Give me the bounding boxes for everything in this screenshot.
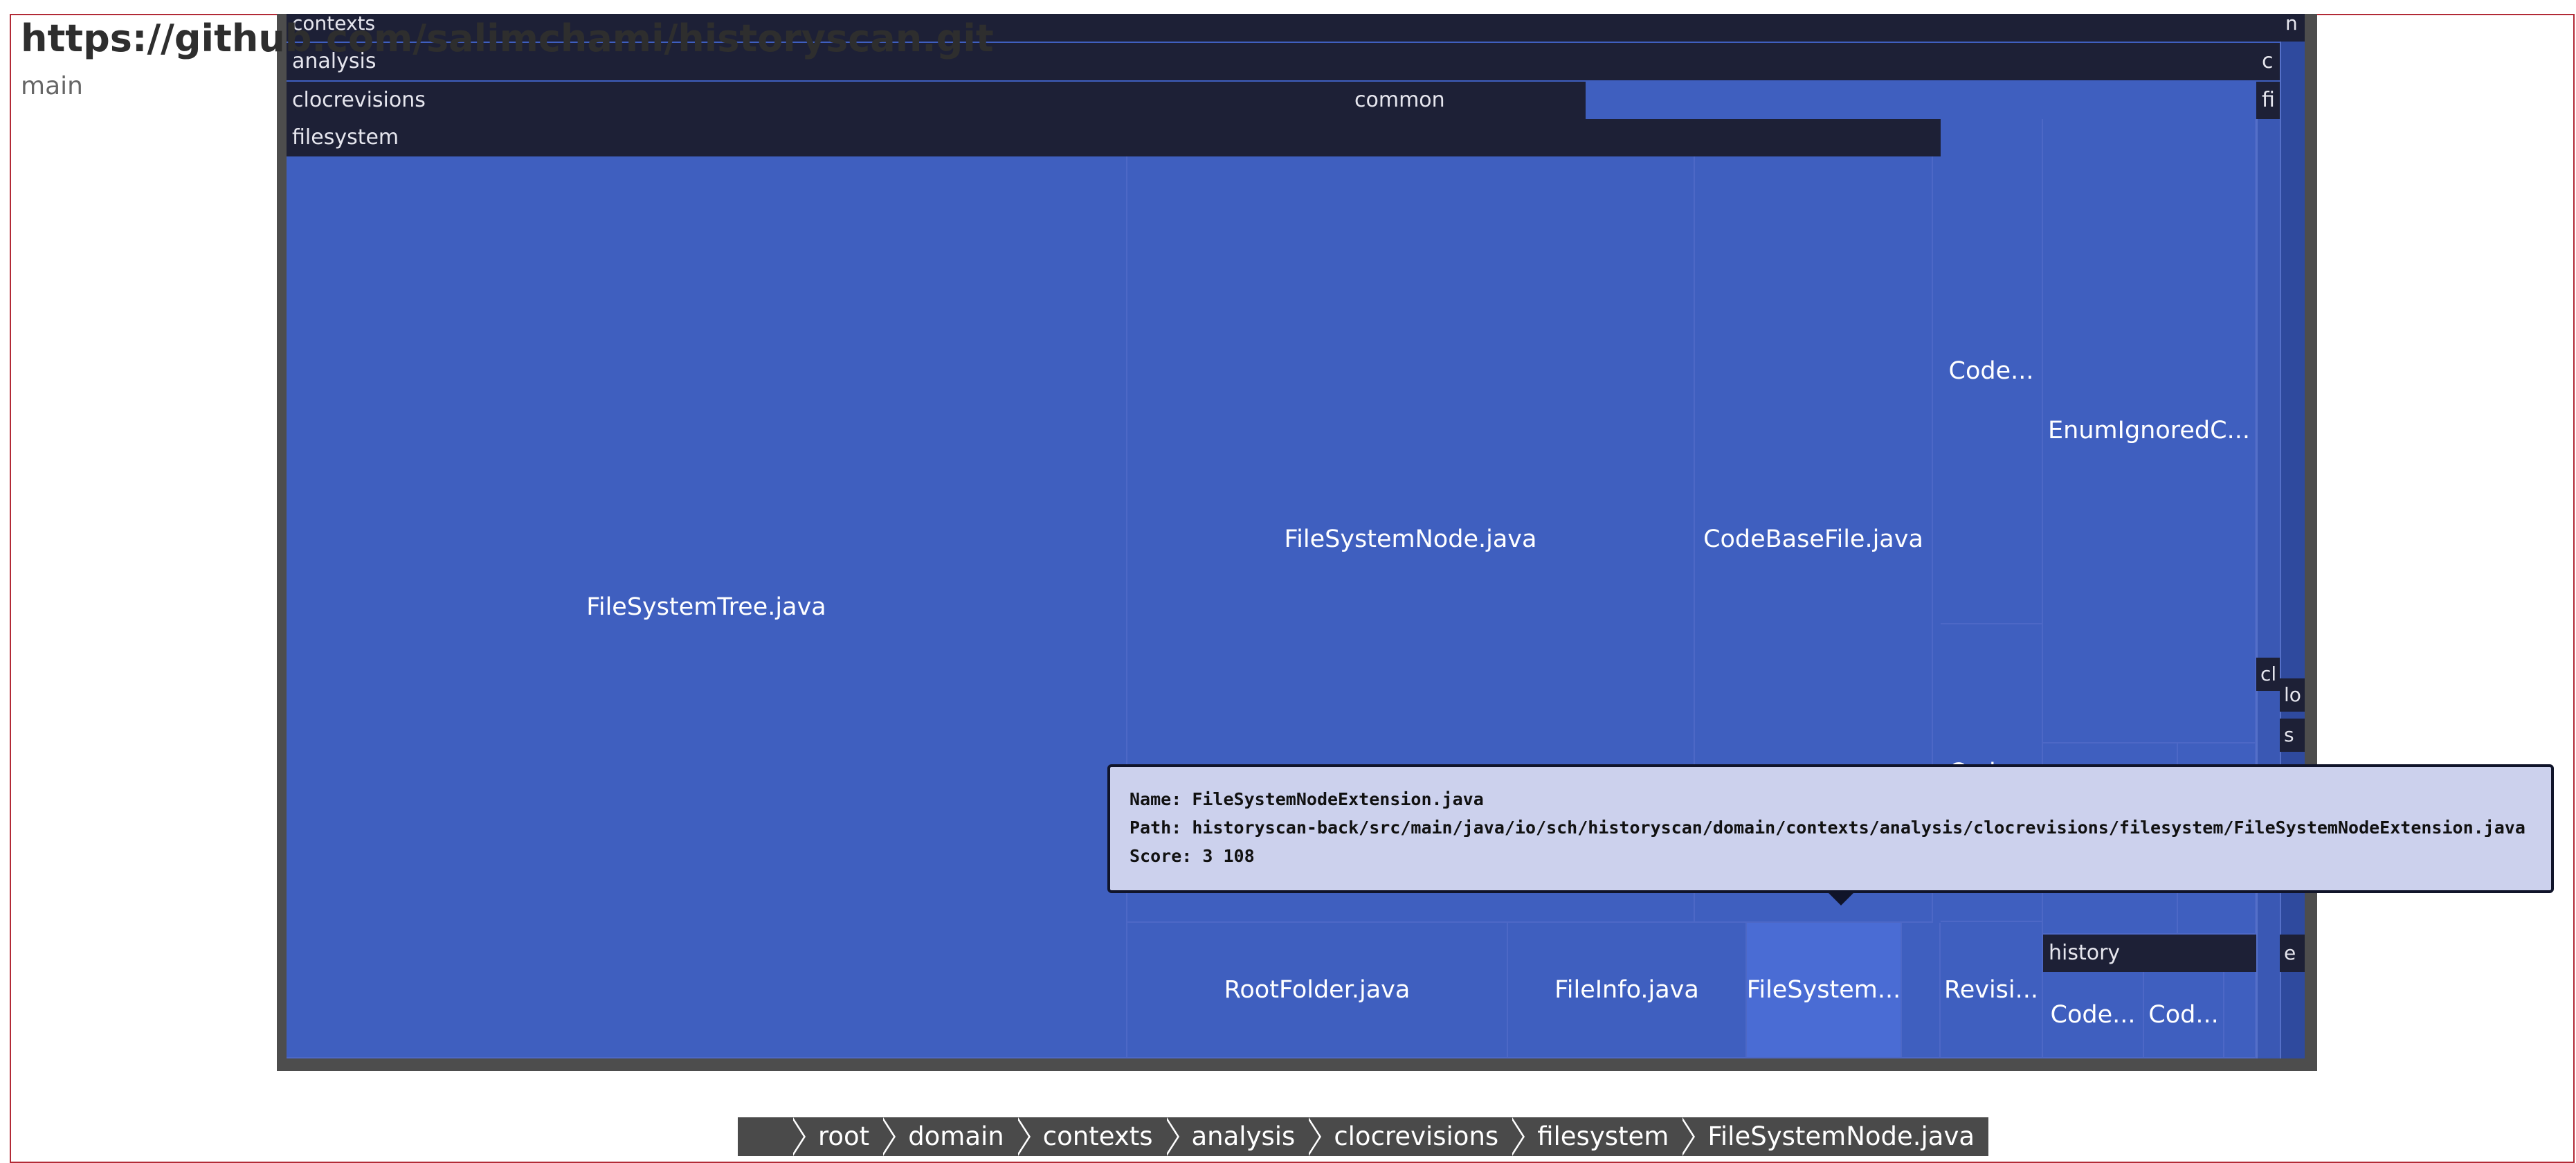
folder-right-lo[interactable]: lo bbox=[2280, 678, 2305, 712]
tooltip-path-value: historyscan-back/src/main/java/io/sch/hi… bbox=[1192, 818, 2525, 838]
tooltip-path-line: Path: historyscan-back/src/main/java/io/… bbox=[1130, 818, 2551, 846]
tooltip-score-label: Score: bbox=[1130, 846, 1192, 866]
breadcrumb-domain[interactable]: domain bbox=[881, 1117, 1018, 1156]
column-small-files-a[interactable] bbox=[2256, 119, 2280, 1058]
repo-url: https://github.com/salimchami/historysca… bbox=[21, 17, 994, 60]
branch-label: main bbox=[21, 72, 83, 100]
breadcrumb-filesystem[interactable]: filesystem bbox=[1510, 1117, 1683, 1156]
breadcrumb-contexts[interactable]: contexts bbox=[1015, 1117, 1167, 1156]
tooltip-name-line: Name: FileSystemNodeExtension.java bbox=[1130, 789, 2551, 818]
file-fileinfo[interactable]: FileInfo.java bbox=[1508, 923, 1747, 1058]
tooltip-name-label: Name: bbox=[1130, 789, 1182, 809]
file-enumignored[interactable]: EnumIgnoredC... bbox=[2043, 119, 2256, 743]
file-tooltip: Name: FileSystemNodeExtension.java Path:… bbox=[1107, 764, 2554, 905]
folder-right-e[interactable]: e bbox=[2280, 935, 2305, 972]
treemap-canvas: contexts n analysis c clocrevisions comm… bbox=[287, 14, 2305, 1058]
file-small[interactable] bbox=[1902, 923, 1941, 1058]
file-rootfolder[interactable]: RootFolder.java bbox=[1127, 923, 1508, 1058]
file-revisi[interactable]: Revisi... bbox=[1941, 922, 2043, 1058]
breadcrumb-clocrevisions[interactable]: clocrevisions bbox=[1307, 1117, 1513, 1156]
file-history-code-3[interactable] bbox=[2224, 972, 2256, 1058]
folder-clocrevisions[interactable]: clocrevisions bbox=[287, 82, 1377, 119]
tooltip-path-label: Path: bbox=[1130, 818, 1182, 838]
tooltip-name-value: FileSystemNodeExtension.java bbox=[1192, 789, 1484, 809]
breadcrumb-home[interactable] bbox=[738, 1117, 793, 1156]
breadcrumb-root[interactable]: root bbox=[790, 1117, 884, 1156]
folder-filesystem[interactable]: filesystem bbox=[287, 119, 1941, 156]
tooltip-score-value: 3 108 bbox=[1202, 846, 1255, 866]
file-filesystemtree[interactable]: FileSystemTree.java bbox=[287, 156, 1127, 1058]
tooltip-score-line: Score: 3 108 bbox=[1130, 846, 2551, 874]
column-small-files-b[interactable] bbox=[2280, 42, 2305, 1058]
breadcrumb-current-file[interactable]: FileSystemNode.java bbox=[1680, 1117, 1989, 1156]
folder-right-n[interactable]: n bbox=[2280, 14, 2305, 42]
folder-common[interactable]: common bbox=[1349, 82, 1563, 119]
treemap: contexts n analysis c clocrevisions comm… bbox=[277, 14, 2317, 1071]
file-code-1[interactable]: Code... bbox=[1941, 119, 2043, 624]
folder-right-s[interactable]: s bbox=[2280, 719, 2305, 752]
file-filesystemnodeextension[interactable]: FileSystem... bbox=[1747, 923, 1902, 1058]
file-history-code-1[interactable]: Code... bbox=[2043, 972, 2144, 1058]
breadcrumb: root domain contexts analysis clocrevisi… bbox=[738, 1117, 1989, 1156]
folder-history[interactable]: history bbox=[2043, 935, 2256, 972]
breadcrumb-analysis[interactable]: analysis bbox=[1164, 1117, 1309, 1156]
folder-common-sibling[interactable]: fi bbox=[2256, 82, 2280, 119]
folder-analysis-sibling[interactable]: c bbox=[2256, 43, 2280, 80]
folder-right-cl[interactable]: cl bbox=[2256, 658, 2280, 691]
file-history-code-2[interactable]: Cod... bbox=[2144, 972, 2224, 1058]
